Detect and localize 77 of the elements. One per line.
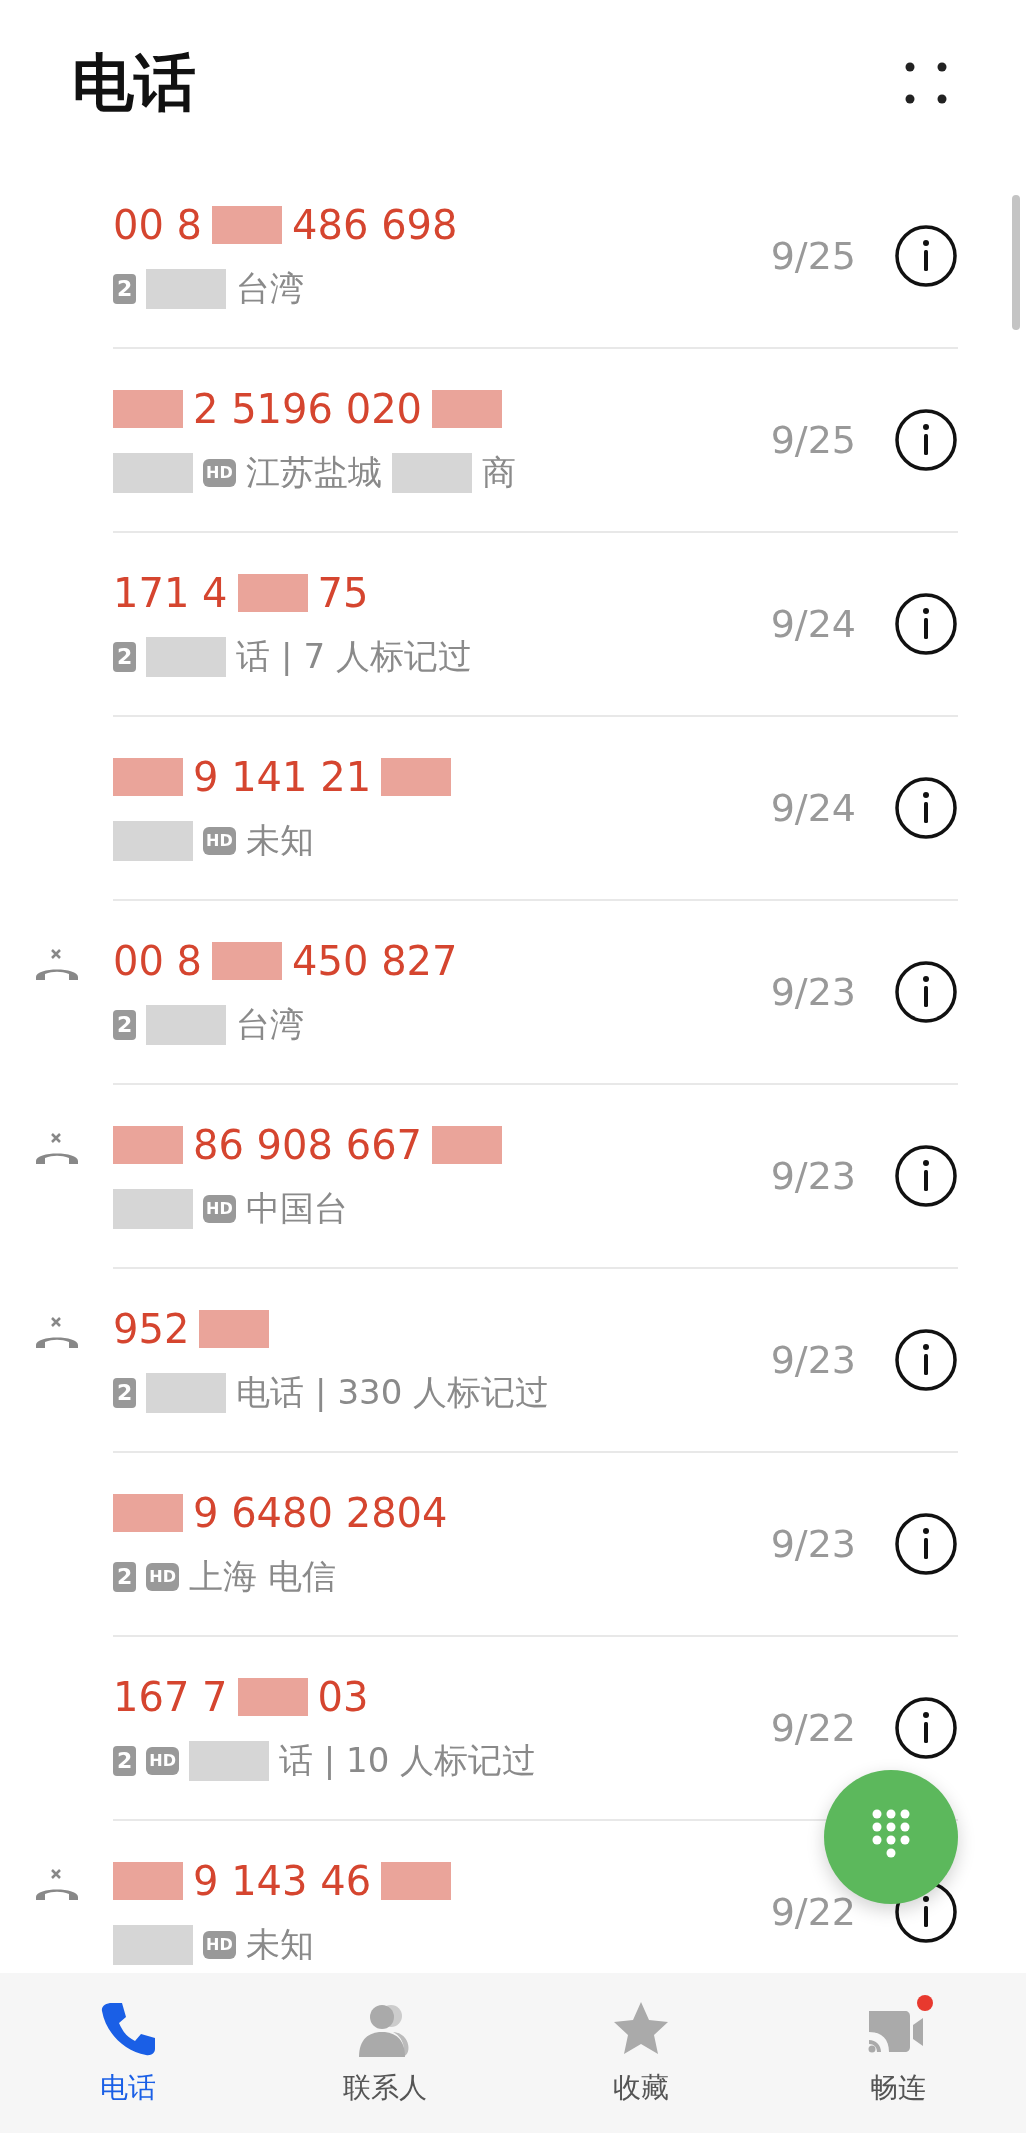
sim-badge: 2: [113, 642, 137, 672]
phone-number: 86 908 667: [193, 1122, 423, 1168]
hd-badge: HD: [203, 1195, 236, 1223]
phone-number: 00 8: [113, 202, 203, 248]
hd-badge: HD: [203, 827, 236, 855]
sim-badge: 2: [113, 1378, 137, 1408]
call-details: 台湾: [236, 267, 305, 310]
info-icon[interactable]: [894, 960, 958, 1024]
call-date: 9/23: [770, 1338, 856, 1382]
redaction-block: [113, 1494, 183, 1532]
phone-number: 486 698: [292, 202, 458, 248]
phone-number: 00 8: [113, 938, 203, 984]
call-details: 话 | 10 人标记过: [279, 1739, 537, 1782]
sim-badge: 2: [113, 1562, 137, 1592]
redaction-block: [199, 1310, 270, 1348]
info-icon[interactable]: [894, 1512, 958, 1576]
nav-tab[interactable]: 电话: [0, 1973, 257, 2133]
hd-badge: HD: [203, 459, 236, 487]
redaction-block: [381, 1862, 452, 1900]
redaction-block: [113, 1126, 183, 1164]
call-details: 商: [481, 451, 516, 494]
nav-tab[interactable]: 畅连: [769, 1973, 1026, 2133]
hd-badge: HD: [203, 1931, 236, 1959]
phone-number: 03: [317, 1674, 369, 1720]
call-date: 9/22: [770, 1706, 856, 1750]
redaction-block: [113, 390, 183, 428]
call-details: 电话 | 330 人标记过: [236, 1371, 550, 1414]
call-details: 未知: [245, 1923, 314, 1966]
sim-badge: 2: [113, 1746, 137, 1776]
info-icon[interactable]: [894, 592, 958, 656]
nav-tab[interactable]: 收藏: [513, 1973, 770, 2133]
redaction-block: [212, 942, 283, 980]
phone-number: 75: [317, 570, 369, 616]
info-icon[interactable]: [894, 1328, 958, 1392]
info-icon[interactable]: [894, 224, 958, 288]
info-icon[interactable]: [894, 776, 958, 840]
call-details: 中国台: [245, 1187, 348, 1230]
phone-number: 450 827: [292, 938, 458, 984]
info-icon[interactable]: [894, 408, 958, 472]
phone-number: 171 4: [113, 570, 228, 616]
redaction-block: [113, 758, 183, 796]
more-icon[interactable]: [904, 60, 948, 105]
redaction-block: [212, 206, 283, 244]
page-title: 电话: [72, 44, 196, 121]
sim-badge: 2: [113, 1010, 137, 1040]
redaction-block: [237, 574, 308, 612]
phone-number: 952: [113, 1306, 190, 1352]
redaction-block: [381, 758, 452, 796]
redaction-block: [432, 1126, 503, 1164]
call-details: 台湾: [236, 1003, 305, 1046]
info-icon[interactable]: [894, 1696, 958, 1760]
call-date: 9/24: [770, 602, 856, 646]
call-date: 9/23: [770, 970, 856, 1014]
phone-number: 9 6480 2804: [193, 1490, 448, 1536]
nav-tab[interactable]: 联系人: [256, 1973, 513, 2133]
info-icon[interactable]: [894, 1144, 958, 1208]
call-date: 9/23: [770, 1154, 856, 1198]
call-date: 9/22: [770, 1890, 856, 1934]
call-details: 话 | 7 人标记过: [236, 635, 472, 678]
phone-number: 2 5196 020: [193, 386, 423, 432]
hd-badge: HD: [146, 1563, 179, 1591]
redaction-block: [113, 1862, 183, 1900]
phone-number: 9 141 21: [193, 754, 372, 800]
call-date: 9/23: [770, 1522, 856, 1566]
scrollbar[interactable]: [1012, 195, 1020, 330]
redaction-block: [432, 390, 503, 428]
call-details: 上海 电信: [189, 1555, 336, 1598]
call-date: 9/25: [770, 418, 856, 462]
call-date: 9/24: [770, 786, 856, 830]
redaction-block: [237, 1678, 308, 1716]
call-date: 9/25: [770, 234, 856, 278]
call-details: 江苏盐城: [245, 451, 382, 494]
sim-badge: 2: [113, 274, 137, 304]
phone-number: 167 7: [113, 1674, 228, 1720]
call-details: 未知: [245, 819, 314, 862]
hd-badge: HD: [146, 1747, 179, 1775]
phone-number: 9 143 46: [193, 1858, 372, 1904]
